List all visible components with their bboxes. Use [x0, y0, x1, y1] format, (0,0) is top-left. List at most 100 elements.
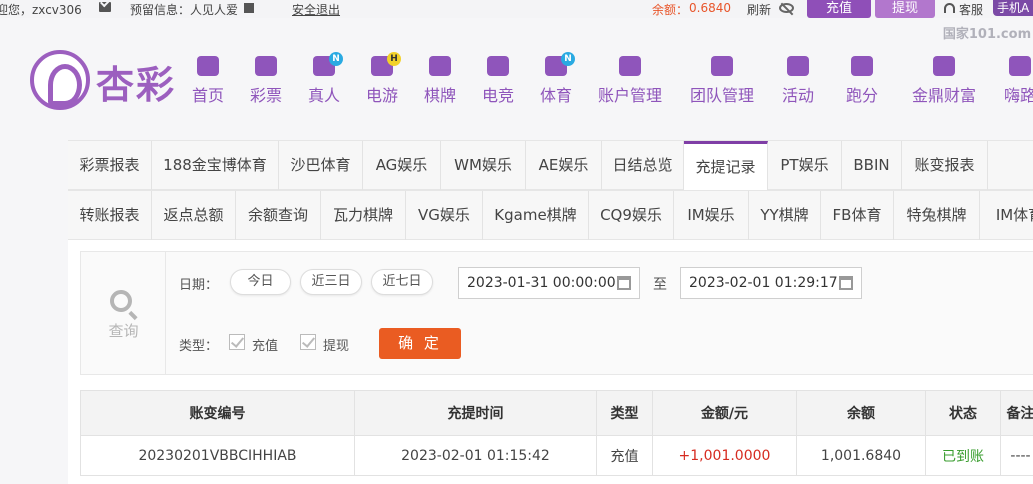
tab-balance-query[interactable]: 余额查询 — [236, 191, 321, 240]
balance-label: 余额： — [652, 3, 689, 17]
nav-label: 棋牌 — [424, 86, 457, 105]
greeting-text: 迎您，zxcv306 — [0, 3, 82, 17]
nav-item-team[interactable]: 团队管理 — [690, 56, 754, 106]
withdraw-button[interactable]: 提现 — [875, 0, 935, 18]
nav-label: 跑分 — [846, 86, 879, 105]
start-date-value: 2023-01-31 00:00:00 — [467, 275, 616, 291]
header-txn-id: 账变编号 — [80, 390, 355, 436]
header-time: 充提时间 — [354, 390, 597, 436]
end-date-input[interactable]: 2023-02-01 01:29:17 — [680, 267, 862, 299]
live-icon: N — [313, 52, 343, 76]
headset-icon[interactable] — [944, 3, 955, 13]
query-button[interactable]: 查询 — [81, 252, 166, 374]
tab-fb[interactable]: FB体育 — [821, 191, 894, 240]
header-status: 状态 — [925, 390, 1001, 436]
header-amount: 金额/元 — [652, 390, 797, 436]
nav-item-account[interactable]: 账户管理 — [598, 56, 662, 106]
header-remark: 备注 — [1000, 390, 1033, 436]
nav-item-sports[interactable]: N 体育 — [540, 52, 575, 106]
cell-remark: ---- — [1000, 435, 1033, 476]
nav-item-lottery[interactable]: 彩票 — [250, 56, 282, 106]
nav-label: 电游 — [366, 86, 399, 105]
team-icon — [711, 56, 733, 76]
start-date-input[interactable]: 2023-01-31 00:00:00 — [458, 267, 640, 299]
tab-wm[interactable]: WM娱乐 — [441, 141, 526, 190]
hi-icon — [1009, 56, 1031, 76]
nav-item-wealth[interactable]: 金鼎财富 — [912, 56, 976, 106]
tab-cq9[interactable]: CQ9娱乐 — [589, 191, 674, 240]
esports-icon — [487, 56, 509, 76]
tab-transfer-report[interactable]: 转账报表 — [68, 191, 152, 240]
nav-label: 嗨路 — [1004, 86, 1033, 105]
nav-item-hi[interactable]: 嗨路 — [1004, 56, 1033, 106]
tab-im-sports[interactable]: IM体育 — [980, 191, 1033, 240]
confirm-button[interactable]: 确 定 — [379, 328, 461, 359]
nav-item-home[interactable]: 首页 — [192, 56, 224, 106]
nav-item-cards[interactable]: 棋牌 — [424, 56, 456, 106]
site-logo[interactable]: 杏彩 — [30, 50, 190, 110]
tab-yy[interactable]: YY棋牌 — [749, 191, 821, 240]
tab-ag[interactable]: AG娱乐 — [363, 141, 441, 190]
tab-188[interactable]: 188金宝博体育 — [152, 141, 279, 190]
tab-im[interactable]: IM娱乐 — [674, 191, 749, 240]
wealth-icon — [933, 56, 955, 76]
tab-kgame[interactable]: Kgame棋牌 — [483, 191, 589, 240]
nav-label: 电竞 — [482, 86, 515, 105]
new-badge: N — [329, 52, 343, 66]
logout-link[interactable]: 安全退出 — [292, 1, 340, 18]
lottery-icon — [255, 56, 277, 76]
nav-item-live[interactable]: N 真人 — [308, 52, 343, 106]
tab-bbin[interactable]: BBIN — [842, 141, 902, 190]
deposit-button[interactable]: 充值 — [807, 0, 871, 18]
seven-days-button[interactable]: 近七日 — [371, 269, 433, 295]
cell-balance: 1,001.6840 — [796, 435, 926, 476]
tab-pt[interactable]: PT娱乐 — [768, 141, 842, 190]
service-link[interactable]: 客服 — [959, 1, 983, 18]
tab-rebate-total[interactable]: 返点总额 — [152, 191, 236, 240]
nav-label: 团队管理 — [690, 86, 755, 105]
query-label: 查询 — [108, 322, 139, 340]
edit-icon[interactable] — [244, 3, 254, 13]
home-icon — [197, 56, 219, 76]
cell-status: 已到账 — [925, 435, 1001, 476]
header-type: 类型 — [596, 390, 653, 436]
tab-wali[interactable]: 瓦力棋牌 — [321, 191, 406, 240]
calendar-icon — [617, 276, 631, 290]
today-button[interactable]: 今日 — [230, 269, 291, 295]
tab-row-2: 转账报表 返点总额 余额查询 瓦力棋牌 VG娱乐 Kgame棋牌 CQ9娱乐 I… — [68, 190, 1033, 240]
trophy-icon: N — [545, 52, 575, 76]
calendar-icon — [839, 276, 853, 290]
mail-icon[interactable] — [99, 2, 111, 12]
nav-item-running[interactable]: 跑分 — [846, 56, 878, 106]
tab-daily-summary[interactable]: 日结总览 — [602, 141, 684, 190]
tab-deposit-withdraw[interactable]: 充提记录 — [684, 141, 768, 190]
nav-item-events[interactable]: 活动 — [782, 56, 814, 106]
new-badge: N — [561, 52, 575, 66]
nav-item-slots[interactable]: H 电游 — [366, 52, 401, 106]
hot-badge: H — [387, 52, 401, 66]
balance-value: 0.6840 — [689, 1, 731, 15]
mobile-app-button[interactable]: 手机A — [993, 0, 1033, 16]
hide-balance-icon[interactable] — [779, 3, 794, 13]
top-bar: 迎您，zxcv306 预留信息：人见人爱 安全退出 余额： 0.6840 刷新 … — [0, 0, 1033, 18]
three-days-button[interactable]: 近三日 — [300, 269, 362, 295]
tab-saba[interactable]: 沙巴体育 — [279, 141, 363, 190]
deposit-checkbox[interactable] — [229, 334, 245, 350]
nav-item-esports[interactable]: 电竞 — [482, 56, 514, 106]
filter-box: 查询 日期： 今日 近三日 近七日 2023-01-31 00:00:00 至 … — [80, 251, 1033, 375]
tab-row-1: 彩票报表 188金宝博体育 沙巴体育 AG娱乐 WM娱乐 AE娱乐 日结总览 充… — [68, 140, 1033, 190]
cell-amount: +1,001.0000 — [652, 435, 797, 476]
tab-vg[interactable]: VG娱乐 — [406, 191, 483, 240]
report-panel: 彩票报表 188金宝博体育 沙巴体育 AG娱乐 WM娱乐 AE娱乐 日结总览 充… — [68, 140, 1033, 484]
tab-balance-change[interactable]: 账变报表 — [902, 141, 988, 190]
end-date-value: 2023-02-01 01:29:17 — [689, 275, 838, 291]
refresh-link[interactable]: 刷新 — [747, 1, 771, 18]
table-header-row: 账变编号 充提时间 类型 金额/元 余额 状态 备注 — [80, 390, 1033, 436]
tab-tetu[interactable]: 特兔棋牌 — [894, 191, 980, 240]
tab-lottery-report[interactable]: 彩票报表 — [68, 141, 152, 190]
nav-label: 金鼎财富 — [912, 86, 977, 105]
cell-type: 充值 — [596, 435, 653, 476]
tab-ae[interactable]: AE娱乐 — [526, 141, 602, 190]
withdraw-checkbox[interactable] — [300, 334, 316, 350]
run-icon — [851, 56, 873, 76]
